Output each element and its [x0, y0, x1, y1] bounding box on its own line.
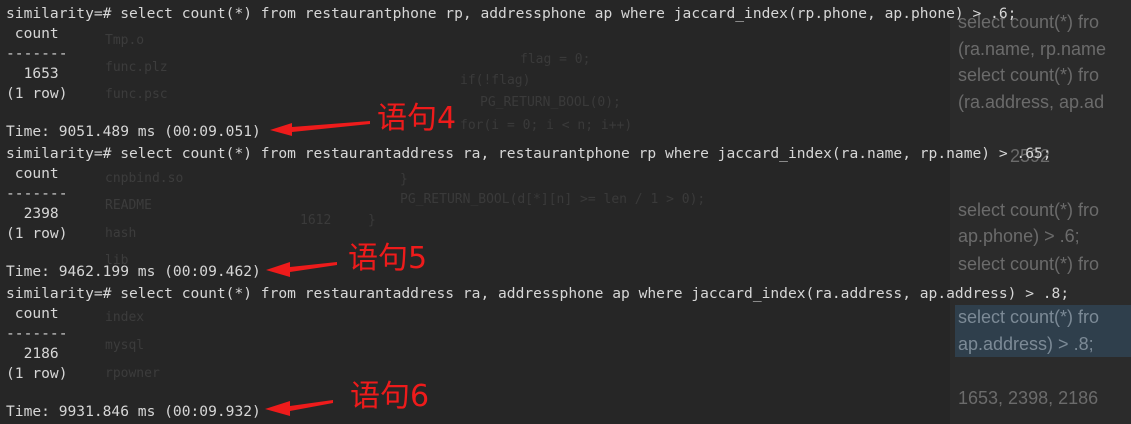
annotation-label-1: 语句4 [377, 101, 457, 136]
annotation-label-2: 语句5 [348, 241, 428, 276]
arrow-2 [266, 262, 337, 277]
annotation-arrows [265, 121, 370, 416]
arrow-3 [265, 400, 333, 416]
arrow-1 [270, 121, 370, 136]
annotation-label-3: 语句6 [350, 379, 430, 414]
